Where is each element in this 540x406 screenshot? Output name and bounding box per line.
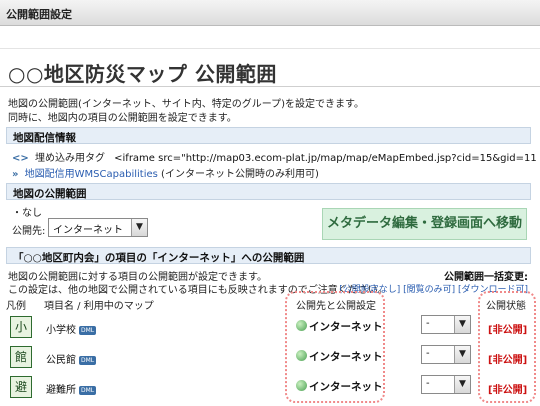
chevron-down-icon: ▼ [131,219,147,236]
toolbar-strip [0,27,540,49]
intro-text-1: 地図の公開範囲(インターネット、サイト内、特定のグループ)を設定できます。 [8,99,365,110]
intro-text-2: 同時に、地図内の項目の公開範囲を設定できます。 [8,113,237,124]
publish-highlight-outline [285,291,385,403]
page-title: ○○地区防災マップ 公開範囲 [8,62,277,86]
chevron-down-icon: ▼ [454,346,470,363]
wms-row: » 地図配信用WMSCapabilities (インターネット公開時のみ利用可) [12,165,319,180]
section-map-scope-header: 地図の公開範囲 [6,183,531,200]
dml-badge: DML [79,385,97,395]
column-legend: 凡例 [6,301,26,312]
status-highlight-outline [478,291,536,403]
publish-option-select[interactable]: - ▼ [421,345,471,364]
column-name: 項目名 / 利用中のマップ [44,301,154,312]
list-item-name: 公民館 DML [46,355,97,366]
embed-code-field[interactable]: <iframe src="http://map03.ecom-plat.jp/m… [114,153,537,164]
chevron-down-icon: ▼ [454,316,470,333]
dml-badge: DML [79,355,97,365]
title-divider [0,86,540,87]
publish-option-select[interactable]: - ▼ [421,375,471,394]
wms-note: (インターネット公開時のみ利用可) [161,169,319,180]
list-item-name: 小学校 DML [46,325,97,336]
chevron-down-icon: ▼ [454,376,470,393]
section-items-scope-header: 「○○地区町内会」の項目の「インターネット」への公開範囲 [6,247,531,264]
bulk-change-label: 公開範囲一括変更: [444,272,528,283]
shelter-icon: 避 [10,376,32,398]
section-distribution-header: 地図配信情報 [6,127,531,144]
window-titlebar: 公開範囲設定 [0,0,540,26]
scope-select-value: インターネット [53,225,123,236]
metadata-edit-button[interactable]: メタデータ編集・登録画面へ移動 [322,208,527,240]
wms-capabilities-link[interactable]: 地図配信用WMSCapabilities [25,169,158,180]
map-scope-current: ・なし [12,208,42,219]
embed-label: 埋め込み用タグ [34,153,105,164]
code-tag-icon: <> [12,153,29,164]
scope-label: 公開先: [12,226,46,237]
publish-option-select[interactable]: - ▼ [421,315,471,334]
link-arrow-icon: » [12,169,19,180]
school-icon: 小 [10,316,32,338]
list-item-name: 避難所 DML [46,385,97,396]
scope-select[interactable]: インターネット ▼ [48,218,148,237]
embed-row: <> 埋め込み用タグ <iframe src="http://map03.eco… [12,149,537,164]
window-title: 公開範囲設定 [6,8,72,21]
community-hall-icon: 館 [10,346,32,368]
dml-badge: DML [79,325,97,335]
